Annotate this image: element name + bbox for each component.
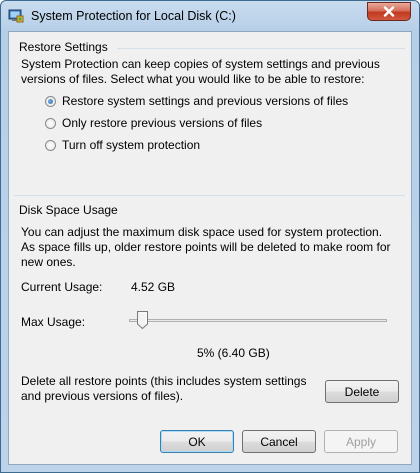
disk-space-divider [14,195,405,196]
system-protection-dialog: System Protection for Local Disk (C:) Re… [0,0,420,473]
radio-button[interactable] [45,117,56,129]
current-usage-label: Current Usage: [21,280,103,294]
close-button[interactable] [367,2,411,21]
window-title: System Protection for Local Disk (C:) [31,9,236,23]
max-usage-label: Max Usage: [21,315,86,329]
restore-settings-heading: Restore Settings [19,40,108,54]
restore-settings-divider [117,48,405,49]
current-usage-value: 4.52 GB [131,280,176,294]
radio-button[interactable] [45,95,56,107]
cancel-button[interactable]: Cancel [242,430,316,453]
max-usage-slider-track[interactable] [129,319,387,322]
ok-button[interactable]: OK [160,430,234,453]
close-icon [383,6,395,17]
delete-button[interactable]: Delete [325,380,399,403]
apply-button[interactable]: Apply [324,430,398,453]
radio-restore-settings-and-files[interactable]: Restore system settings and previous ver… [45,93,348,109]
system-properties-icon [8,8,24,24]
title-bar: System Protection for Local Disk (C:) [1,1,419,31]
radio-turn-off-protection[interactable]: Turn off system protection [45,137,200,153]
max-usage-slider-thumb[interactable] [137,311,148,330]
radio-label: Restore system settings and previous ver… [62,94,349,108]
radio-label: Only restore previous versions of files [62,116,263,130]
restore-settings-description: System Protection can keep copies of sys… [21,57,380,86]
dialog-body: Restore Settings System Protection can k… [8,31,412,465]
radio-only-previous-versions[interactable]: Only restore previous versions of files [45,115,262,131]
radio-button[interactable] [45,139,56,151]
disk-space-heading: Disk Space Usage [19,203,118,217]
radio-label: Turn off system protection [62,138,201,152]
delete-description: Delete all restore points (this includes… [21,374,307,403]
max-usage-value: 5% (6.40 GB) [197,346,270,360]
disk-space-description: You can adjust the maximum disk space us… [21,225,391,269]
